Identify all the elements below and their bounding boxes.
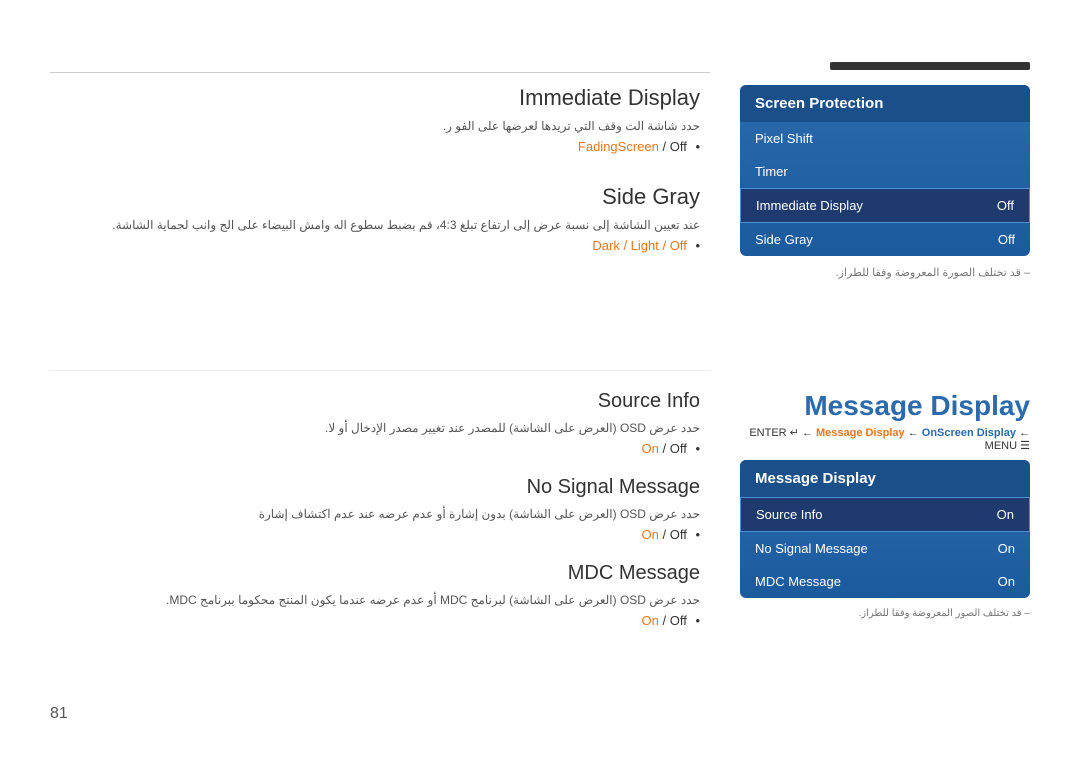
fading-screen-option: FadingScreen	[578, 139, 659, 154]
page-number: 81	[50, 705, 68, 723]
breadcrumb-message-display: Message Display	[816, 427, 905, 439]
mdc-message-off: / Off	[662, 613, 686, 628]
mdc-message-panel-item[interactable]: MDC Message On	[740, 565, 1030, 598]
bottom-left-area: Source Info حدد عرض OSD (العرض على الشاش…	[50, 390, 700, 648]
bullet-1: •	[695, 139, 700, 154]
mdc-message-section: MDC Message حدد عرض OSD (العرض على الشاش…	[50, 562, 700, 628]
bullet-2: •	[695, 238, 700, 253]
source-info-options: • On / Off	[50, 441, 700, 456]
side-gray-dark-option: Dark / Light / Off	[592, 238, 686, 253]
no-signal-title: No Signal Message	[50, 476, 700, 499]
menu-icon: ☰	[1020, 440, 1030, 452]
message-display-heading: Message Display	[740, 390, 1030, 422]
immediate-display-item[interactable]: Immediate Display Off	[740, 188, 1030, 223]
mdc-message-on: On	[642, 613, 659, 628]
no-signal-arabic: حدد عرض OSD (العرض على الشاشة) بدون إشار…	[50, 505, 700, 523]
message-display-box: Message Display Source Info On No Signal…	[740, 460, 1030, 598]
source-info-panel-label: Source Info	[756, 507, 823, 522]
mdc-message-panel-label: MDC Message	[755, 574, 841, 589]
timer-item[interactable]: Timer	[740, 155, 1030, 188]
breadcrumb-onscreen-display: OnScreen Display	[922, 427, 1016, 439]
mdc-message-arabic: حدد عرض OSD (العرض على الشاشة) لبرنامج M…	[50, 591, 700, 609]
immediate-display-options: • FadingScreen / Off	[50, 139, 700, 154]
middle-divider	[50, 370, 710, 371]
enter-icon: ↵	[790, 427, 799, 439]
timer-label: Timer	[755, 164, 788, 179]
enter-label: ENTER	[749, 427, 789, 439]
bullet-3: •	[695, 441, 700, 456]
source-info-panel-value: On	[997, 507, 1014, 522]
arrow-2: ←	[908, 427, 922, 439]
no-signal-off: / Off	[662, 527, 686, 542]
no-signal-options: • On / Off	[50, 527, 700, 542]
message-display-title-area: Message Display ENTER ↵ ← Message Displa…	[740, 390, 1030, 452]
immediate-display-section: Immediate Display حدد شاشة الت وقف التي …	[50, 85, 700, 154]
message-display-panel: Message Display Source Info On No Signal…	[740, 460, 1030, 619]
source-info-section: Source Info حدد عرض OSD (العرض على الشاش…	[50, 390, 700, 456]
screen-protection-panel: Screen Protection Pixel Shift Timer Imme…	[740, 85, 1030, 279]
immediate-display-item-value: Off	[997, 198, 1014, 213]
mdc-message-options: • On / Off	[50, 613, 700, 628]
fading-screen-off: / Off	[662, 139, 686, 154]
breadcrumb-menu: MENU	[985, 440, 1017, 452]
mdc-message-title: MDC Message	[50, 562, 700, 585]
no-signal-on: On	[642, 527, 659, 542]
side-gray-item-label: Side Gray	[755, 232, 813, 247]
side-gray-item-value: Off	[998, 232, 1015, 247]
immediate-display-arabic: حدد شاشة الت وقف التي تريدها لعرضها على …	[50, 117, 700, 135]
screen-protection-header: Screen Protection	[740, 85, 1030, 122]
side-gray-arabic: عند تعيين الشاشة إلى نسبة عرض إلى ارتفاع…	[50, 216, 700, 234]
bullet-5: •	[695, 613, 700, 628]
no-signal-panel-label: No Signal Message	[755, 541, 868, 556]
top-bar-accent	[830, 62, 1030, 70]
screen-protection-note: – قد تختلف الصورة المعروضة وفقا للطراز.	[740, 266, 1030, 279]
no-signal-panel-item[interactable]: No Signal Message On	[740, 532, 1030, 565]
source-info-panel-item[interactable]: Source Info On	[740, 497, 1030, 532]
no-signal-section: No Signal Message حدد عرض OSD (العرض على…	[50, 476, 700, 542]
source-info-off: / Off	[662, 441, 686, 456]
left-content-area: Immediate Display حدد شاشة الت وقف التي …	[50, 85, 700, 283]
message-display-panel-header: Message Display	[740, 460, 1030, 497]
side-gray-options: • Dark / Light / Off	[50, 238, 700, 253]
arrow-1: ←	[802, 427, 816, 439]
top-divider-line	[50, 72, 710, 73]
bullet-4: •	[695, 527, 700, 542]
side-gray-section: Side Gray عند تعيين الشاشة إلى نسبة عرض …	[50, 184, 700, 253]
no-signal-panel-value: On	[998, 541, 1015, 556]
message-display-note: – قد تختلف الصور المعروضة وفقا للطراز.	[740, 608, 1030, 619]
pixel-shift-label: Pixel Shift	[755, 131, 813, 146]
pixel-shift-item[interactable]: Pixel Shift	[740, 122, 1030, 155]
breadcrumb: ENTER ↵ ← Message Display ← OnScreen Dis…	[740, 426, 1030, 452]
side-gray-title: Side Gray	[50, 184, 700, 210]
screen-protection-box: Screen Protection Pixel Shift Timer Imme…	[740, 85, 1030, 256]
arrow-3: ←	[1019, 427, 1030, 439]
side-gray-item[interactable]: Side Gray Off	[740, 223, 1030, 256]
source-info-on: On	[642, 441, 659, 456]
immediate-display-title: Immediate Display	[50, 85, 700, 111]
source-info-arabic: حدد عرض OSD (العرض على الشاشة) للمصدر عن…	[50, 419, 700, 437]
mdc-message-panel-value: On	[998, 574, 1015, 589]
source-info-title: Source Info	[50, 390, 700, 413]
immediate-display-item-label: Immediate Display	[756, 198, 863, 213]
